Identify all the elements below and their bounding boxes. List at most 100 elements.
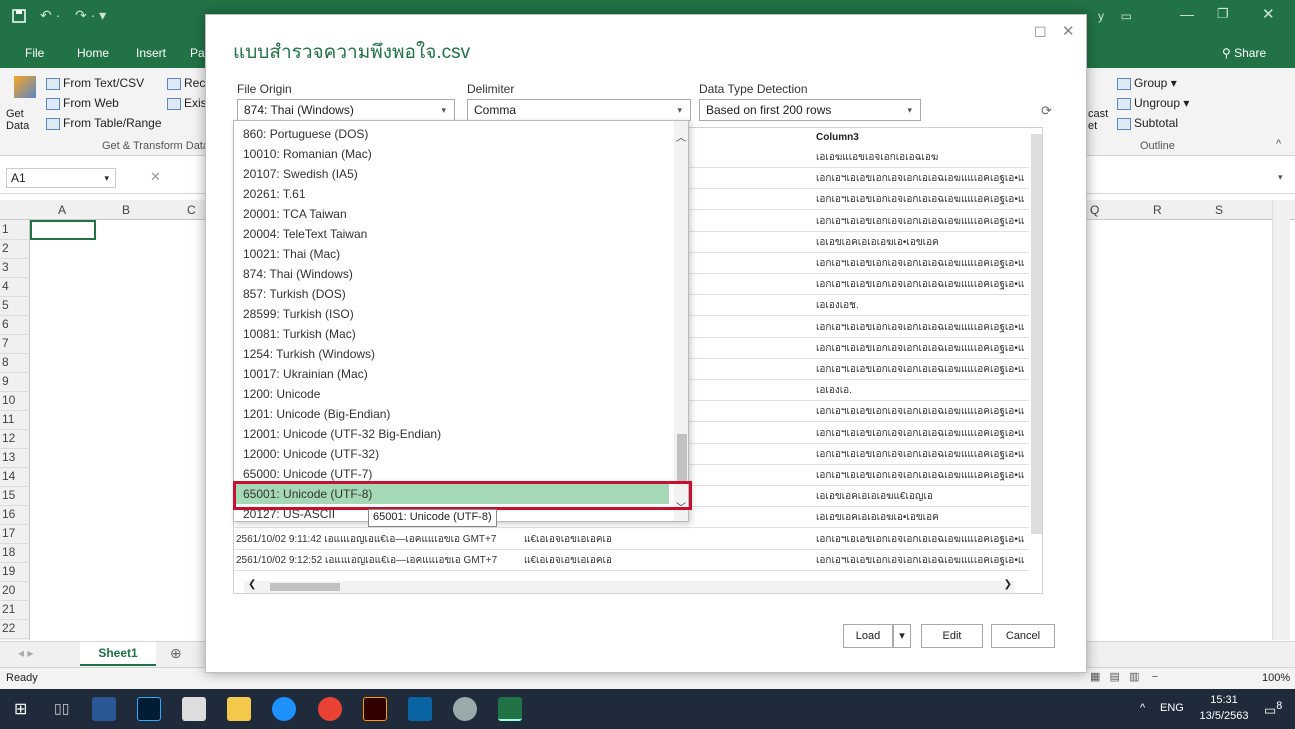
expand-formula-icon[interactable]: ▾: [1278, 172, 1283, 183]
forecast-sheet-label[interactable]: cast et: [1088, 108, 1108, 132]
mail-icon[interactable]: [408, 697, 432, 721]
preview-h-scrollbar[interactable]: ❮ ❯: [244, 579, 1014, 593]
notification-icon[interactable]: ▭8: [1264, 700, 1282, 718]
dropdown-option[interactable]: 12000: Unicode (UTF-32): [235, 444, 669, 464]
column-header-a[interactable]: A: [58, 203, 66, 217]
tab-file[interactable]: File: [25, 46, 44, 60]
group-button[interactable]: Group ▾: [1117, 76, 1177, 90]
word-icon[interactable]: [92, 697, 116, 721]
close-window-icon[interactable]: ✕: [1262, 5, 1275, 23]
ribbon-display-icon[interactable]: y ▭: [1098, 9, 1132, 23]
dropdown-scroll-thumb[interactable]: [677, 434, 687, 482]
from-table-button[interactable]: From Table/Range: [46, 116, 162, 130]
dropdown-option[interactable]: 10010: Romanian (Mac): [235, 144, 669, 164]
excel-icon[interactable]: [498, 697, 522, 721]
from-web-button[interactable]: From Web: [46, 96, 119, 110]
column-header-c[interactable]: C: [187, 203, 196, 217]
dropdown-option[interactable]: 20004: TeleText Taiwan: [235, 224, 669, 244]
task-view-icon[interactable]: ▯▯: [54, 700, 69, 717]
dropdown-option[interactable]: 20107: Swedish (IA5): [235, 164, 669, 184]
maximize-dialog-icon[interactable]: ☐: [1034, 24, 1047, 41]
zoom-level[interactable]: 100%: [1262, 672, 1290, 684]
vertical-scrollbar[interactable]: [1272, 200, 1290, 640]
edge-icon[interactable]: [272, 697, 296, 721]
chrome-icon[interactable]: [318, 697, 342, 721]
row-header[interactable]: 14: [0, 467, 30, 487]
tab-home[interactable]: Home: [77, 46, 109, 60]
column-header-b[interactable]: B: [122, 203, 130, 217]
tab-page-layout[interactable]: Pa: [190, 46, 205, 60]
load-options-button[interactable]: ▾: [893, 624, 911, 648]
row-header[interactable]: 5: [0, 296, 30, 316]
column-header-r[interactable]: R: [1153, 203, 1162, 217]
existing-connections-button[interactable]: Exis: [167, 96, 207, 110]
close-dialog-icon[interactable]: ✕: [1062, 22, 1075, 40]
dropdown-option[interactable]: 857: Turkish (DOS): [235, 284, 669, 304]
row-header[interactable]: 7: [0, 334, 30, 354]
row-header[interactable]: 15: [0, 486, 30, 506]
minimize-icon[interactable]: —: [1180, 6, 1194, 22]
row-header[interactable]: 2: [0, 239, 30, 259]
delimiter-select[interactable]: Comma ▾: [467, 99, 691, 121]
row-header[interactable]: 10: [0, 391, 30, 411]
tray-chevron-icon[interactable]: ^: [1140, 702, 1145, 714]
input-language[interactable]: ENG: [1160, 702, 1184, 714]
undo-icon[interactable]: ↶ ·: [40, 7, 60, 24]
ungroup-button[interactable]: Ungroup ▾: [1117, 96, 1189, 110]
view-icons[interactable]: ▦ ▤ ▥ −: [1090, 670, 1158, 683]
scroll-sheets-icon[interactable]: ◂ ▸: [18, 646, 33, 660]
row-header[interactable]: 22: [0, 619, 30, 639]
row-header[interactable]: 21: [0, 600, 30, 620]
row-header[interactable]: 4: [0, 277, 30, 297]
preview-v-scrollbar[interactable]: [1031, 134, 1042, 534]
scroll-left-icon[interactable]: ❮: [248, 579, 256, 590]
dropdown-option[interactable]: 20001: TCA Taiwan: [235, 204, 669, 224]
dropdown-option[interactable]: 1201: Unicode (Big-Endian): [235, 404, 669, 424]
tab-insert[interactable]: Insert: [136, 46, 166, 60]
column-header-s[interactable]: S: [1215, 203, 1223, 217]
name-box[interactable]: A1 ▾: [6, 168, 116, 188]
collapse-ribbon-icon[interactable]: ^: [1276, 138, 1281, 150]
dropdown-option[interactable]: 12001: Unicode (UTF-32 Big-Endian): [235, 424, 669, 444]
dropdown-option[interactable]: 10021: Thai (Mac): [235, 244, 669, 264]
sheet-tab-sheet1[interactable]: Sheet1: [80, 642, 156, 666]
dropdown-option[interactable]: 10081: Turkish (Mac): [235, 324, 669, 344]
dropdown-option[interactable]: 1200: Unicode: [235, 384, 669, 404]
illustrator-icon[interactable]: [363, 697, 387, 721]
app-icon[interactable]: [453, 697, 477, 721]
column-header-q[interactable]: Q: [1090, 203, 1099, 217]
edit-button[interactable]: Edit: [921, 624, 983, 648]
row-header[interactable]: 17: [0, 524, 30, 544]
cancel-formula-icon[interactable]: ✕: [150, 169, 161, 185]
dropdown-option[interactable]: 874: Thai (Windows): [235, 264, 669, 284]
refresh-icon[interactable]: ⟳: [1041, 103, 1052, 119]
row-header[interactable]: 18: [0, 543, 30, 563]
save-icon[interactable]: [12, 9, 26, 23]
file-origin-select[interactable]: 874: Thai (Windows) ▾: [237, 99, 455, 121]
row-header[interactable]: 13: [0, 448, 30, 468]
dropdown-option[interactable]: 28599: Turkish (ISO): [235, 304, 669, 324]
dropdown-option[interactable]: 20261: T.61: [235, 184, 669, 204]
subtotal-button[interactable]: Subtotal: [1117, 116, 1178, 130]
redo-icon[interactable]: ↷ · ▾: [75, 7, 106, 24]
scroll-right-icon[interactable]: ❯: [1004, 579, 1012, 590]
restore-icon[interactable]: ❐: [1217, 6, 1229, 22]
detection-select[interactable]: Based on first 200 rows ▾: [699, 99, 921, 121]
add-sheet-icon[interactable]: ⊕: [170, 645, 182, 662]
dropdown-option[interactable]: 860: Portuguese (DOS): [235, 124, 669, 144]
load-button[interactable]: Load: [843, 624, 893, 648]
row-header[interactable]: 9: [0, 372, 30, 392]
row-header[interactable]: 16: [0, 505, 30, 525]
scroll-up-icon[interactable]: ︿: [676, 129, 686, 144]
recent-sources-button[interactable]: Rec: [167, 76, 205, 90]
row-header[interactable]: 8: [0, 353, 30, 373]
row-header[interactable]: 19: [0, 562, 30, 582]
clock[interactable]: 15:31 13/5/2563: [1195, 692, 1253, 724]
cancel-button[interactable]: Cancel: [991, 624, 1055, 648]
from-text-csv-button[interactable]: From Text/CSV: [46, 76, 144, 90]
file-explorer-icon[interactable]: [227, 697, 251, 721]
row-header[interactable]: 20: [0, 581, 30, 601]
photoshop-icon[interactable]: [137, 697, 161, 721]
dropdown-option[interactable]: 1254: Turkish (Windows): [235, 344, 669, 364]
share-button[interactable]: ⚲ Share: [1222, 46, 1266, 60]
